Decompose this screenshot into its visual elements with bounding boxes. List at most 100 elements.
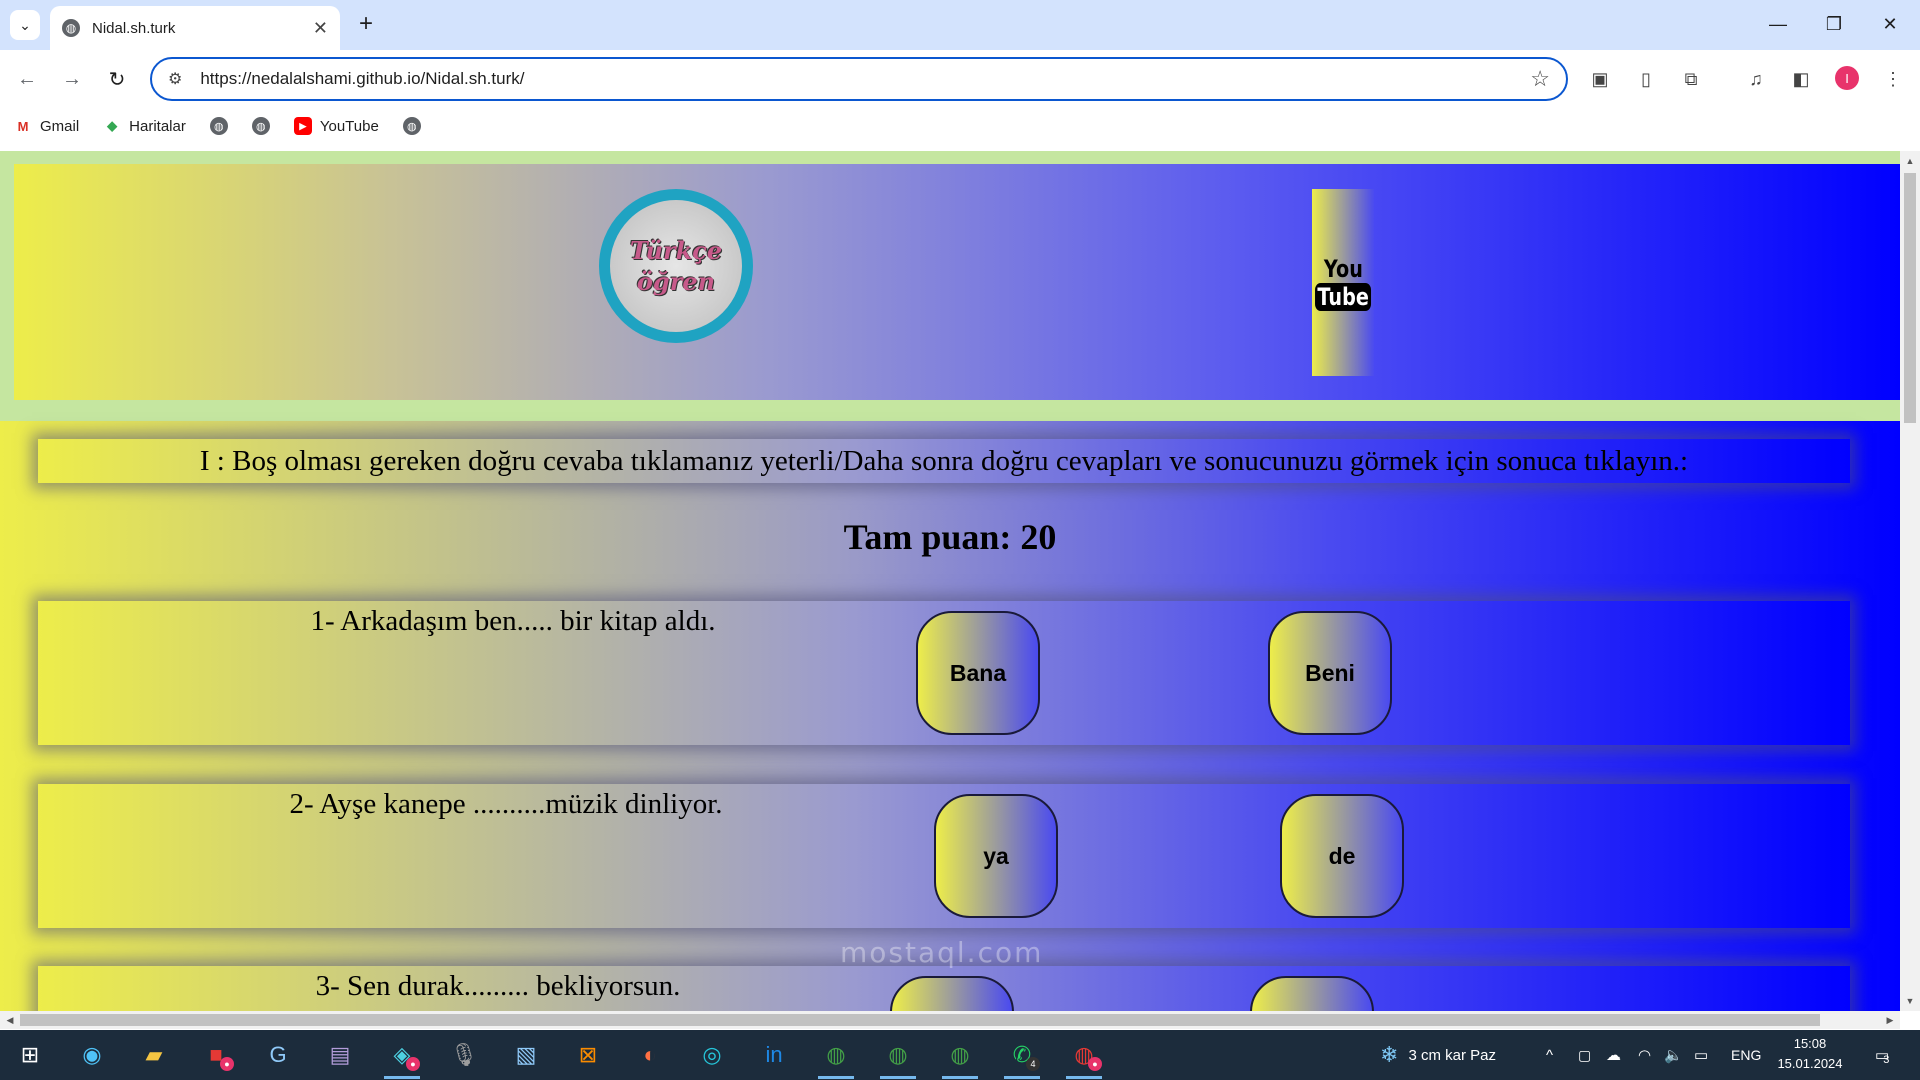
volume-icon[interactable]: 🔈 — [1664, 1030, 1683, 1080]
tray-overflow-chevron-icon[interactable]: ^ — [1546, 1030, 1553, 1080]
globe-icon: ◍ — [62, 19, 80, 37]
youtube-icon: ▶ — [293, 117, 312, 135]
app-red-icon[interactable]: ■ ● — [190, 1035, 242, 1075]
horizontal-scroll-thumb[interactable] — [20, 1014, 1820, 1026]
clipboard-extension-icon[interactable]: ▯ — [1633, 66, 1659, 92]
globe-icon: ◍ — [402, 117, 421, 135]
close-window-button[interactable]: ✕ — [1870, 8, 1910, 40]
question-card-1: 1- Arkadaşım ben..... bir kitap aldı. Ba… — [38, 601, 1850, 745]
onedrive-cloud-icon[interactable]: ☁ — [1606, 1030, 1621, 1080]
windows-start-icon[interactable]: ⊞ — [4, 1035, 56, 1075]
tab-search-button[interactable]: ⌄ — [10, 10, 40, 40]
notification-center-icon[interactable]: ▭ 3 — [1875, 1030, 1889, 1080]
active-tab[interactable]: ◍ Nidal.sh.turk ✕ — [50, 6, 340, 50]
snowflake-icon: ❄ — [1380, 1042, 1399, 1067]
answer-button-beni[interactable]: Beni — [1268, 611, 1392, 735]
answer-button-3a[interactable] — [890, 976, 1014, 1011]
bookmark-globe-3[interactable]: ◍ — [402, 117, 421, 135]
bookmark-globe-2[interactable]: ◍ — [251, 117, 270, 135]
answer-button-ya[interactable]: ya — [934, 794, 1058, 918]
new-tab-button[interactable]: + — [352, 10, 380, 38]
edge-icon[interactable]: ◉ — [66, 1035, 118, 1075]
linkedin-icon[interactable]: in — [748, 1035, 800, 1075]
page-viewport: Türkçe öğren You Tube I : Boş olması ger… — [0, 151, 1900, 1011]
video-editor-icon[interactable]: ▤ — [314, 1035, 366, 1075]
scroll-up-arrow-icon[interactable]: ▲ — [1900, 153, 1920, 169]
taskbar-clock[interactable]: 15:08 15.01.2024 — [1770, 1034, 1850, 1074]
wifi-icon[interactable]: ◠ — [1638, 1030, 1651, 1080]
battery-icon[interactable]: ▭ — [1694, 1030, 1708, 1080]
site-info-icon[interactable]: ⚙ — [168, 69, 182, 89]
total-score-heading: Tam puan: 20 — [843, 517, 1057, 557]
weather-widget[interactable]: ❄ 3 cm kar Paz — [1380, 1030, 1496, 1080]
bookmark-haritalar[interactable]: ◆ Haritalar — [103, 117, 186, 135]
back-arrow-icon[interactable]: ← — [12, 64, 42, 94]
address-bar[interactable]: ⚙ https://nedalalshami.github.io/Nidal.s… — [150, 57, 1568, 101]
minimize-button[interactable]: — — [1758, 8, 1798, 40]
question-text-2: 2- Ayşe kanepe ..........müzik dinliyor. — [289, 788, 723, 820]
answer-button-3b[interactable] — [1250, 976, 1374, 1011]
chrome-icon-3[interactable]: ◍ — [934, 1035, 986, 1079]
clock-time: 15:08 — [1793, 1036, 1827, 1051]
language-indicator[interactable]: ENG — [1731, 1030, 1761, 1080]
tab-bar: ⌄ ◍ Nidal.sh.turk ✕ + — ❐ ✕ — [0, 0, 1920, 50]
answer-button-de[interactable]: de — [1280, 794, 1404, 918]
translate-icon[interactable]: G — [252, 1035, 304, 1075]
sync-app-icon[interactable]: ◎ — [686, 1035, 738, 1075]
reload-icon[interactable]: ↻ — [102, 64, 132, 94]
scroll-left-arrow-icon[interactable]: ◀ — [2, 1011, 18, 1029]
media-control-icon[interactable]: ♫ — [1743, 66, 1769, 92]
globe-icon: ◍ — [251, 117, 270, 135]
bookmark-globe-1[interactable]: ◍ — [209, 117, 228, 135]
question-card-2: 2- Ayşe kanepe ..........müzik dinliyor.… — [38, 784, 1850, 928]
page-header: Türkçe öğren You Tube — [14, 164, 1900, 400]
question-text-3: 3- Sen durak......... bekliyorsun. — [315, 970, 681, 1002]
horizontal-scrollbar[interactable]: ◀ ▶ — [0, 1011, 1900, 1029]
xampp-icon[interactable]: ⊠ — [562, 1035, 614, 1075]
microphone-icon[interactable]: 🎙 — [438, 1035, 490, 1075]
media-app-icon[interactable]: ◐ — [624, 1035, 676, 1075]
chrome-icon-1[interactable]: ◍ — [810, 1035, 862, 1079]
extension-tb-icon[interactable]: ▣ — [1587, 66, 1613, 92]
whatsapp-icon[interactable]: ✆ 4 — [996, 1035, 1048, 1079]
scroll-right-arrow-icon[interactable]: ▶ — [1882, 1011, 1898, 1029]
globe-icon: ◍ — [209, 117, 228, 135]
turkce-ogren-logo[interactable]: Türkçe öğren — [599, 189, 753, 343]
bookmark-gmail[interactable]: M Gmail — [14, 117, 80, 135]
chrome-icon-4[interactable]: ◍ ● — [1058, 1035, 1110, 1079]
watermark: mostaql.com — [840, 936, 1044, 969]
bookmark-label: YouTube — [319, 117, 379, 135]
chat-app-icon[interactable]: ◈ ● — [376, 1035, 428, 1079]
bookmarks-bar: M Gmail ◆ Haritalar ◍ ◍ ▶ YouTube ◍ — [0, 108, 1920, 144]
maps-icon: ◆ — [107, 118, 118, 133]
vertical-scroll-thumb[interactable] — [1904, 173, 1916, 423]
tray-meet-icon[interactable]: ▢ — [1578, 1030, 1591, 1080]
question-card-3: 3- Sen durak......... bekliyorsun. — [38, 966, 1850, 1011]
windows-taskbar: ⊞ ◉ ▰ ■ ● G ▤ ◈ ● 🎙 ▧ ⊠ ◐ ◎ in ◍ ◍ ◍ ✆ 4 ◍ ●… — [0, 1030, 1920, 1080]
bookmark-star-icon[interactable]: ☆ — [1530, 66, 1550, 92]
side-panel-icon[interactable]: ◧ — [1788, 66, 1814, 92]
youtube-link-tile[interactable]: You Tube — [1312, 189, 1374, 376]
profile-avatar[interactable]: I — [1835, 66, 1859, 90]
close-tab-icon[interactable]: ✕ — [313, 18, 328, 39]
youtube-logo-tube: Tube — [1314, 282, 1372, 311]
tab-title: Nidal.sh.turk — [92, 19, 176, 37]
logo-line-2: öğren — [636, 267, 716, 296]
extensions-puzzle-icon[interactable]: ⧉ — [1678, 66, 1704, 92]
answer-button-bana[interactable]: Bana — [916, 611, 1040, 735]
bookmark-youtube[interactable]: ▶ YouTube — [293, 117, 379, 135]
document-viewer-icon[interactable]: ▧ — [500, 1035, 552, 1075]
scroll-down-arrow-icon[interactable]: ▼ — [1900, 993, 1920, 1009]
page-header-border: Türkçe öğren You Tube — [0, 151, 1900, 421]
menu-kebab-icon[interactable]: ⋮ — [1880, 66, 1906, 92]
restore-button[interactable]: ❐ — [1814, 8, 1854, 40]
forward-arrow-icon[interactable]: → — [57, 64, 87, 94]
vertical-scrollbar[interactable]: ▲ ▼ — [1900, 151, 1920, 1011]
weather-text: 3 cm kar Paz — [1408, 1046, 1496, 1064]
instruction-banner: I : Boş olması gereken doğru cevaba tıkl… — [38, 439, 1850, 483]
notification-count: 3 — [1883, 1054, 1890, 1066]
file-explorer-icon[interactable]: ▰ — [128, 1035, 180, 1075]
chrome-icon-2[interactable]: ◍ — [872, 1035, 924, 1079]
youtube-logo-you: You — [1323, 254, 1363, 283]
url-text[interactable]: https://nedalalshami.github.io/Nidal.sh.… — [200, 69, 1530, 89]
